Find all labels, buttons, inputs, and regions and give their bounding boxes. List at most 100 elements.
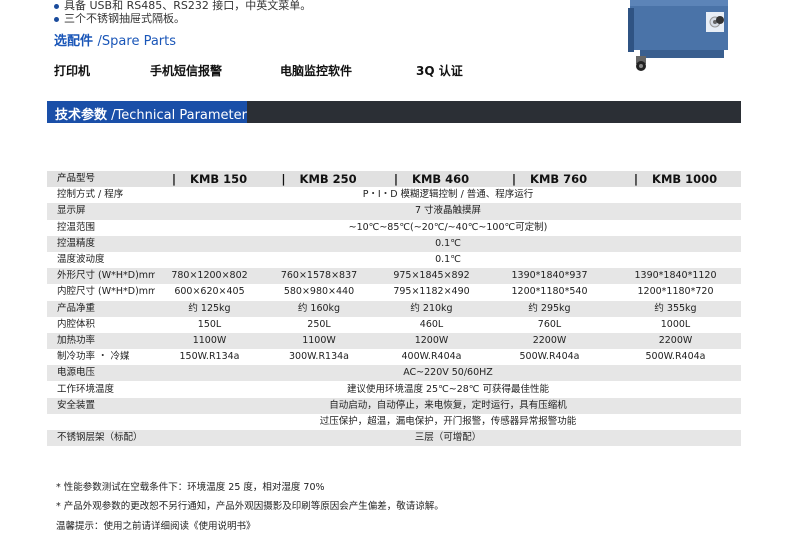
row-value: 建议使用环境温度 25℃~28℃ 可获得最佳性能 <box>155 381 741 398</box>
row-label: 内腔尺寸 (W*H*D)mm <box>47 284 155 301</box>
column-separator: | <box>393 172 399 187</box>
table-row: 内腔尺寸 (W*H*D)mm 600×620×405 580×980×440 7… <box>47 284 741 301</box>
cell-value: 580×980×440 <box>264 284 374 301</box>
section-title-en: /Technical Parameter <box>107 108 247 123</box>
footnote: * 产品外观参数的更改恕不另行通知，产品外观因摄影及印刷等原因会产生偏差，敬请谅… <box>56 501 444 512</box>
spec-table: 产品型号 | KMB 150 | KMB 250 | KMB 460 | KMB 760… <box>47 171 741 447</box>
row-value: 0.1℃ <box>155 251 741 269</box>
cell-value: 500W.R404a <box>610 349 741 366</box>
cell-value: 400W.R404a <box>374 349 489 366</box>
row-label: 控温精度 <box>47 235 155 252</box>
table-row: 内腔体积 150L 250L 460L 760L 1000L <box>47 316 741 333</box>
table-row: 过压保护，超温，漏电保护，开门报警，传感器异常报警功能 <box>47 413 741 430</box>
footnote: * 性能参数测试在空载条件下：环境温度 25 度，相对湿度 70% <box>56 482 325 493</box>
cell-value: 760L <box>489 316 610 333</box>
cell-value: 2200W <box>610 332 741 350</box>
footnote: 温馨提示：使用之前请详细阅读《使用说明书》 <box>56 521 256 532</box>
section-title: 技术参数 /Technical Parameter <box>55 104 247 123</box>
cell-value: 2200W <box>489 332 610 350</box>
row-label: 显示屏 <box>47 203 155 220</box>
table-row: 工作环境温度 建议使用环境温度 25℃~28℃ 可获得最佳性能 <box>47 381 741 398</box>
row-value: 7 寸液晶触摸屏 <box>155 203 741 220</box>
cell-value: 约 210kg <box>374 300 489 317</box>
cell-value: 1390*1840*1120 <box>610 268 741 285</box>
feature-text: 三个不锈钢抽屉式隔板。 <box>64 12 185 25</box>
row-label: 控温范围 <box>47 219 155 236</box>
column-separator: | <box>633 172 639 187</box>
cell-value: 300W.R134a <box>264 349 374 366</box>
cell-value: 760×1578×837 <box>264 268 374 285</box>
cell-value: 600×620×405 <box>155 284 264 301</box>
cell-value: 1100W <box>155 332 264 350</box>
row-label: 加热功率 <box>47 332 155 350</box>
cell-value: 150W.R134a <box>155 349 264 366</box>
table-row: 不锈钢层架（标配） 三层（可增配） <box>47 430 741 447</box>
column-separator: | <box>171 172 177 187</box>
section-title-cn: 技术参数 <box>55 108 108 123</box>
section-header: 技术参数 /Technical Parameter <box>47 101 741 123</box>
table-row: 显示屏 7 寸液晶触摸屏 <box>47 203 741 220</box>
row-value: ~10℃~85℃(~20℃/~40℃~100℃可定制) <box>155 219 741 236</box>
cell-value: 1200*1180*540 <box>489 284 610 301</box>
row-label: 工作环境温度 <box>47 381 155 398</box>
header-model: | KMB 760 <box>489 171 610 188</box>
cell-value: 约 125kg <box>155 300 264 317</box>
cell-value: 780×1200×802 <box>155 268 264 285</box>
row-label: 温度波动度 <box>47 251 155 269</box>
row-value: P・I・D 模糊逻辑控制 / 普通、程序运行 <box>155 187 741 204</box>
column-separator: | <box>511 172 517 187</box>
row-label: 安全装置 <box>47 397 155 414</box>
table-row: 加热功率 1100W 1100W 1200W 2200W 2200W <box>47 332 741 350</box>
row-value: 自动启动，自动停止，来电恢复，定时运行，具有压缩机 <box>155 397 741 414</box>
row-label: 产品净重 <box>47 300 155 317</box>
row-label: 电源电压 <box>47 365 155 382</box>
bullet-icon <box>54 16 59 22</box>
cell-value: 250L <box>264 316 374 333</box>
cell-value: 460L <box>374 316 489 333</box>
cell-value: 1000L <box>610 316 741 333</box>
spare-part-monitor-software: 电脑监控软件 <box>280 64 353 78</box>
table-row: 温度波动度 0.1℃ <box>47 251 741 269</box>
row-label <box>47 413 155 430</box>
feature-item: 三个不锈钢抽屉式隔板。 <box>54 10 185 26</box>
row-label: 控制方式 / 程序 <box>47 187 155 204</box>
row-label: 不锈钢层架（标配） <box>47 430 155 447</box>
product-image <box>622 0 730 76</box>
row-label: 制冷功率 ・ 冷媒 <box>47 349 155 366</box>
cell-value: 1200W <box>374 332 489 350</box>
table-row: 控制方式 / 程序 P・I・D 模糊逻辑控制 / 普通、程序运行 <box>47 187 741 204</box>
row-value: 三层（可增配） <box>155 430 741 447</box>
bullet-icon <box>54 3 59 9</box>
table-row: 安全装置 自动启动，自动停止，来电恢复，定时运行，具有压缩机 <box>47 397 741 414</box>
cell-value: 975×1845×892 <box>374 268 489 285</box>
row-label: 外形尺寸 (W*H*D)mm <box>47 268 155 285</box>
cell-value: 约 160kg <box>264 300 374 317</box>
header-model: | KMB 150 <box>155 171 264 188</box>
spare-parts-title: 选配件 /Spare Parts <box>54 30 176 49</box>
spare-part-printer: 打印机 <box>54 64 91 78</box>
cell-value: 150L <box>155 316 264 333</box>
table-row: 电源电压 AC~220V 50/60HZ <box>47 365 741 382</box>
cell-value: 1390*1840*937 <box>489 268 610 285</box>
table-row: 制冷功率 ・ 冷媒 150W.R134a 300W.R134a 400W.R40… <box>47 349 741 366</box>
cell-value: 1100W <box>264 332 374 350</box>
header-label: 产品型号 <box>47 171 155 188</box>
cell-value: 500W.R404a <box>489 349 610 366</box>
column-separator: | <box>281 172 286 187</box>
cell-value: 约 355kg <box>610 300 741 317</box>
header-model: | KMB 1000 <box>610 171 741 188</box>
spare-parts-title-en: /Spare Parts <box>97 34 177 49</box>
row-value: 0.1℃ <box>155 235 741 252</box>
spare-parts-title-cn: 选配件 <box>54 34 94 49</box>
spare-part-3q-cert: 3Q 认证 <box>416 64 463 78</box>
table-row: 产品净重 约 125kg 约 160kg 约 210kg 约 295kg 约 3… <box>47 300 741 317</box>
table-row: 控温精度 0.1℃ <box>47 235 741 252</box>
cell-value: 1200*1180*720 <box>610 284 741 301</box>
header-model: | KMB 460 <box>374 171 489 188</box>
row-label: 内腔体积 <box>47 316 155 333</box>
table-row: 外形尺寸 (W*H*D)mm 780×1200×802 760×1578×837… <box>47 268 741 285</box>
header-model: | KMB 250 <box>264 171 374 188</box>
spare-parts-list: 打印机 手机短信报警 电脑监控软件 3Q 认证 <box>54 62 474 78</box>
table-row: 控温范围 ~10℃~85℃(~20℃/~40℃~100℃可定制) <box>47 219 741 236</box>
table-header-row: 产品型号 | KMB 150 | KMB 250 | KMB 460 | KMB 760… <box>47 171 741 188</box>
